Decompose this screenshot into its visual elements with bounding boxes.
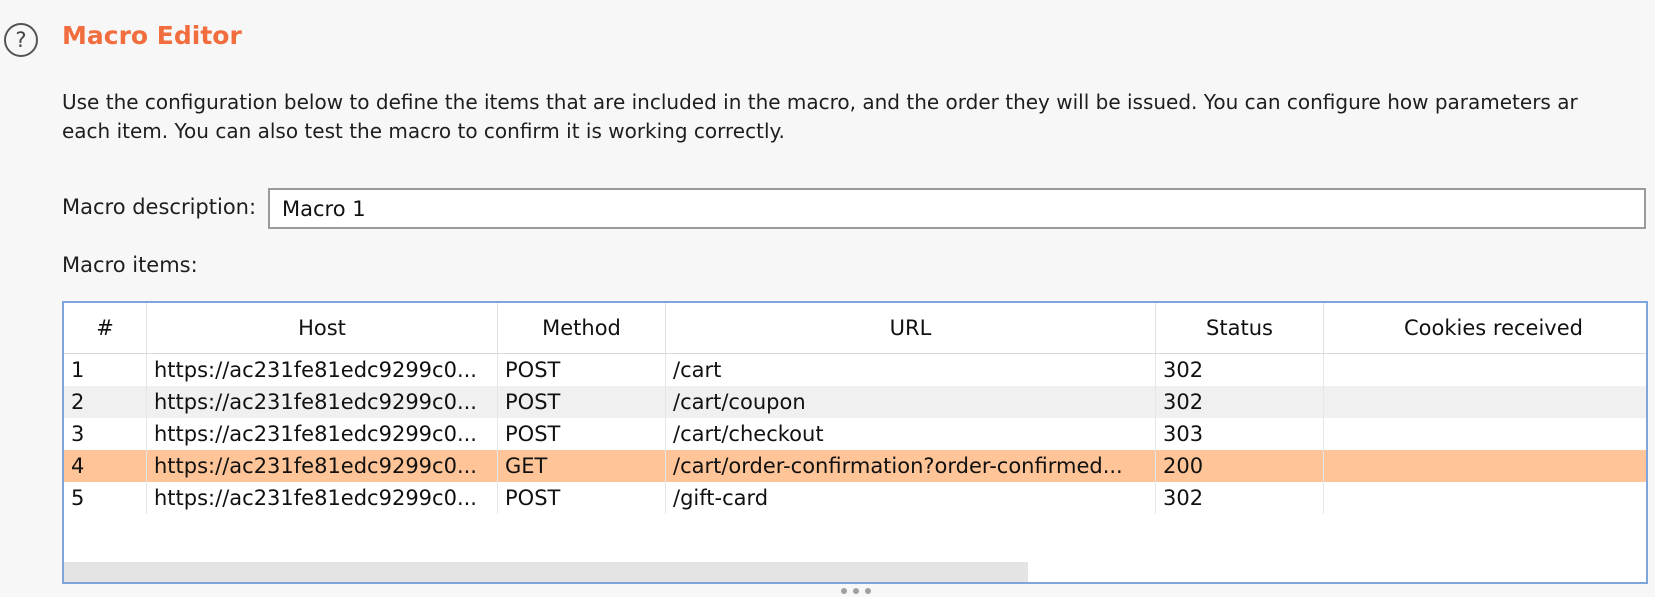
column-header-cookies-received[interactable]: Cookies received	[1324, 303, 1646, 353]
macro-items-table: # Host Method URL Status Cookies receive…	[62, 301, 1648, 584]
description-line-1: Use the configuration below to define th…	[62, 90, 1578, 114]
grip-dot	[841, 588, 847, 594]
cell-status: 302	[1156, 386, 1324, 418]
cell-method: POST	[498, 354, 666, 386]
table-row[interactable]: 5 https://ac231fe81edc9299c0... POST /gi…	[64, 482, 1646, 514]
grip-dot	[853, 588, 859, 594]
page-description: Use the configuration below to define th…	[62, 88, 1655, 146]
cell-host: https://ac231fe81edc9299c0...	[147, 386, 498, 418]
table-body: 1 https://ac231fe81edc9299c0... POST /ca…	[64, 354, 1646, 514]
horizontal-scrollbar[interactable]	[64, 562, 1646, 582]
table-row-selected[interactable]: 4 https://ac231fe81edc9299c0... GET /car…	[64, 450, 1646, 482]
cell-host: https://ac231fe81edc9299c0...	[147, 354, 498, 386]
cell-number: 5	[64, 482, 147, 514]
table-header: # Host Method URL Status Cookies receive…	[64, 303, 1646, 354]
macro-description-input[interactable]	[268, 188, 1646, 229]
description-line-2: each item. You can also test the macro t…	[62, 119, 785, 143]
cell-cookies	[1324, 450, 1646, 482]
help-icon[interactable]: ?	[4, 23, 38, 57]
table-row[interactable]: 3 https://ac231fe81edc9299c0... POST /ca…	[64, 418, 1646, 450]
table-row[interactable]: 1 https://ac231fe81edc9299c0... POST /ca…	[64, 354, 1646, 386]
cell-url: /cart	[666, 354, 1156, 386]
column-header-host[interactable]: Host	[147, 303, 498, 353]
cell-status: 303	[1156, 418, 1324, 450]
cell-url: /cart/order-confirmation?order-confirmed…	[666, 450, 1156, 482]
column-header-method[interactable]: Method	[498, 303, 666, 353]
cell-host: https://ac231fe81edc9299c0...	[147, 450, 498, 482]
cell-number: 1	[64, 354, 147, 386]
cell-cookies	[1324, 386, 1646, 418]
column-header-url[interactable]: URL	[666, 303, 1156, 353]
cell-status: 200	[1156, 450, 1324, 482]
table-row[interactable]: 2 https://ac231fe81edc9299c0... POST /ca…	[64, 386, 1646, 418]
cell-url: /cart/checkout	[666, 418, 1156, 450]
macro-items-label: Macro items:	[62, 253, 198, 277]
cell-method: GET	[498, 450, 666, 482]
scrollbar-thumb[interactable]	[64, 562, 1028, 582]
cell-url: /gift-card	[666, 482, 1156, 514]
column-header-number[interactable]: #	[64, 303, 147, 353]
cell-cookies	[1324, 354, 1646, 386]
cell-method: POST	[498, 482, 666, 514]
cell-url: /cart/coupon	[666, 386, 1156, 418]
cell-cookies	[1324, 418, 1646, 450]
drag-handle-icon[interactable]	[841, 586, 871, 596]
cell-number: 3	[64, 418, 147, 450]
column-header-status[interactable]: Status	[1156, 303, 1324, 353]
cell-cookies	[1324, 482, 1646, 514]
macro-description-label: Macro description:	[62, 195, 257, 219]
grip-dot	[865, 588, 871, 594]
cell-status: 302	[1156, 354, 1324, 386]
cell-status: 302	[1156, 482, 1324, 514]
cell-method: POST	[498, 418, 666, 450]
cell-host: https://ac231fe81edc9299c0...	[147, 482, 498, 514]
cell-number: 4	[64, 450, 147, 482]
macro-editor-panel: ? Macro Editor Use the configuration bel…	[0, 0, 1655, 597]
page-title: Macro Editor	[62, 21, 242, 50]
cell-number: 2	[64, 386, 147, 418]
cell-method: POST	[498, 386, 666, 418]
cell-host: https://ac231fe81edc9299c0...	[147, 418, 498, 450]
